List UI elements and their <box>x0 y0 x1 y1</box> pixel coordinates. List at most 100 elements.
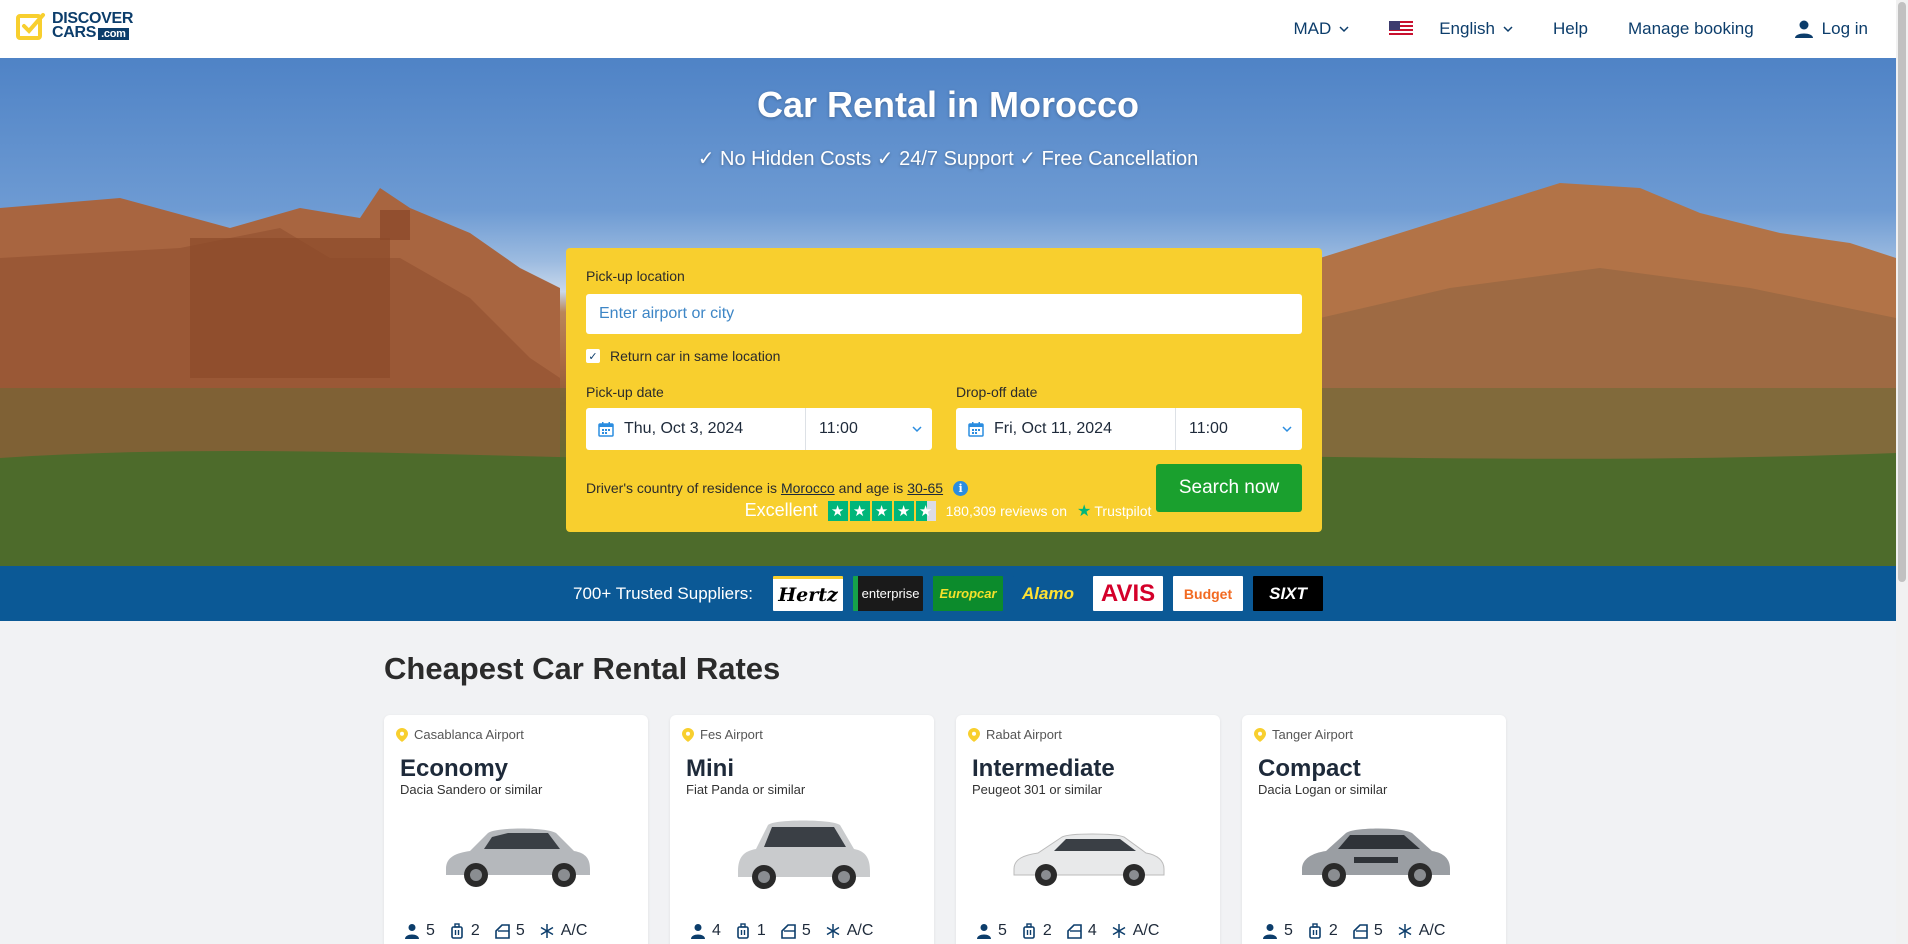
hero-title: Car Rental in Morocco <box>756 84 1140 125</box>
card-location: Casablanca Airport <box>396 727 524 742</box>
us-flag-icon <box>1389 21 1414 37</box>
rating-word: Excellent <box>744 500 818 520</box>
seats-icon <box>405 924 419 939</box>
pickup-date-field[interactable]: Thu, Oct 3, 2024 <box>586 408 806 450</box>
ac-label: A/C <box>1132 922 1160 939</box>
doors-count: 4 <box>1087 922 1097 939</box>
pickup-location-input[interactable] <box>586 294 1302 334</box>
card-location-name: Casablanca Airport <box>414 727 524 742</box>
trustpilot-rating[interactable]: Excellent ★ ★ ★ ★ ★ 180,309 reviews on ★… <box>0 500 1896 521</box>
rate-card-casablanca[interactable]: Casablanca Airport Economy Dacia Sandero… <box>384 715 648 944</box>
snowflake-icon <box>1398 924 1412 938</box>
card-location: Tanger Airport <box>1254 727 1353 742</box>
info-icon[interactable]: i <box>953 480 969 496</box>
pickup-date-label: Pick-up date <box>586 384 664 400</box>
ac-label: A/C <box>846 922 874 939</box>
luggage-icon <box>1309 923 1321 939</box>
card-car-class: Compact <box>1258 755 1361 782</box>
pickup-datetime: Thu, Oct 3, 2024 11:00 <box>586 408 932 450</box>
chevron-down-icon <box>1503 26 1513 33</box>
supplier-logo-hertz: Hertz <box>773 576 844 611</box>
checkbox-checked-icon: ✓ <box>586 349 600 363</box>
pickup-time-select[interactable]: 11:00 <box>806 408 932 450</box>
manage-booking-link[interactable]: Manage booking <box>1628 19 1754 39</box>
page: DISCOVER CARS .com MAD English Help Mana… <box>0 0 1896 944</box>
language-label: English <box>1439 19 1495 38</box>
scrollbar-thumb[interactable] <box>1898 2 1906 582</box>
doors-count: 5 <box>1373 922 1383 939</box>
supplier-logo-budget: Budget <box>1173 576 1244 611</box>
login-link[interactable]: Log in <box>1794 19 1868 39</box>
hero-subtitle: ✓ No Hidden Costs ✓ 24/7 Support ✓ Free … <box>697 148 1199 170</box>
luggage-icon <box>1023 923 1035 939</box>
rate-card-rabat[interactable]: Rabat Airport Intermediate Peugeot 301 o… <box>956 715 1220 944</box>
bags-count: 1 <box>756 922 766 939</box>
card-car-model: Dacia Logan or similar <box>1258 782 1388 797</box>
bags-count: 2 <box>470 922 480 939</box>
rate-card-tanger[interactable]: Tanger Airport Compact Dacia Logan or si… <box>1242 715 1506 944</box>
logo-text: DISCOVER CARS .com <box>52 10 133 41</box>
seats-count: 5 <box>426 922 435 939</box>
return-same-location-label: Return car in same location <box>610 348 781 364</box>
cheapest-rates-title: Cheapest Car Rental Rates <box>384 651 781 686</box>
seats-icon <box>691 924 705 939</box>
luggage-icon <box>451 923 463 939</box>
star-icon: ★ <box>827 500 848 521</box>
logo-line2: CARS <box>52 23 97 41</box>
pickup-location-label: Pick-up location <box>586 268 685 284</box>
location-pin-icon <box>396 727 408 742</box>
age-prefix: and age is <box>838 480 904 496</box>
card-location: Fes Airport <box>682 727 763 742</box>
seats-icon <box>1263 924 1277 939</box>
help-link[interactable]: Help <box>1553 19 1588 39</box>
chevron-down-icon <box>1282 426 1292 433</box>
bags-count: 2 <box>1042 922 1052 939</box>
seats-count: 5 <box>1284 922 1293 939</box>
driver-residence-info: Driver's country of residence is Morocco… <box>586 480 969 496</box>
card-car-model: Dacia Sandero or similar <box>400 782 543 797</box>
age-range-link[interactable]: 30-65 <box>907 480 943 496</box>
supplier-logo-europcar: Europcar <box>933 576 1004 611</box>
dropoff-time-value: 11:00 <box>1189 420 1228 437</box>
car-image <box>738 820 870 889</box>
residence-country-link[interactable]: Morocco <box>781 480 835 496</box>
dropoff-date-field[interactable]: Fri, Oct 11, 2024 <box>956 408 1176 450</box>
snowflake-icon <box>826 924 840 938</box>
language-selector[interactable]: English <box>1389 19 1513 39</box>
location-pin-icon <box>968 727 980 742</box>
supplier-logo-sixt: SIXT <box>1253 576 1324 611</box>
top-header: DISCOVER CARS .com MAD English Help Mana… <box>0 0 1896 59</box>
doors-count: 5 <box>801 922 811 939</box>
suppliers-band: 700+ Trusted Suppliers: Hertz enterprise… <box>0 566 1896 621</box>
user-icon <box>1794 20 1813 38</box>
currency-selector[interactable]: MAD <box>1293 19 1349 39</box>
card-specs: 4 1 5 A/C <box>690 922 879 940</box>
rating-stars: ★ ★ ★ ★ ★ <box>827 500 936 521</box>
supplier-logo-enterprise: enterprise <box>853 576 924 611</box>
card-car-class: Economy <box>400 755 509 782</box>
card-car-model: Fiat Panda or similar <box>686 782 806 797</box>
half-star-icon: ★ <box>915 500 936 521</box>
card-car-model: Peugeot 301 or similar <box>972 782 1103 797</box>
discovercars-logo[interactable]: DISCOVER CARS .com <box>16 10 133 41</box>
door-icon <box>1067 924 1082 939</box>
page-scrollbar[interactable] <box>1896 0 1908 944</box>
snowflake-icon <box>1112 924 1126 938</box>
snowflake-icon <box>540 924 554 938</box>
login-label: Log in <box>1821 19 1868 38</box>
seats-count: 5 <box>998 922 1007 939</box>
header-nav: MAD English Help Manage booking Log in <box>1293 0 1868 58</box>
seats-count: 4 <box>712 922 721 939</box>
residence-prefix: Driver's country of residence is <box>586 480 777 496</box>
card-location: Rabat Airport <box>968 727 1062 742</box>
rate-card-fes[interactable]: Fes Airport Mini Fiat Panda or similar 4… <box>670 715 934 944</box>
card-car-class: Intermediate <box>972 755 1115 782</box>
return-same-location-checkbox[interactable]: ✓ Return car in same location <box>586 348 780 364</box>
dropoff-datetime: Fri, Oct 11, 2024 11:00 <box>956 408 1302 450</box>
dropoff-time-select[interactable]: 11:00 <box>1176 408 1302 450</box>
logo-check-icon <box>16 13 45 40</box>
currency-label: MAD <box>1293 19 1332 38</box>
dropoff-date-label: Drop-off date <box>956 384 1038 400</box>
trustpilot-star-icon: ★ <box>1077 502 1092 520</box>
trustpilot-brand: Trustpilot <box>1094 502 1152 519</box>
